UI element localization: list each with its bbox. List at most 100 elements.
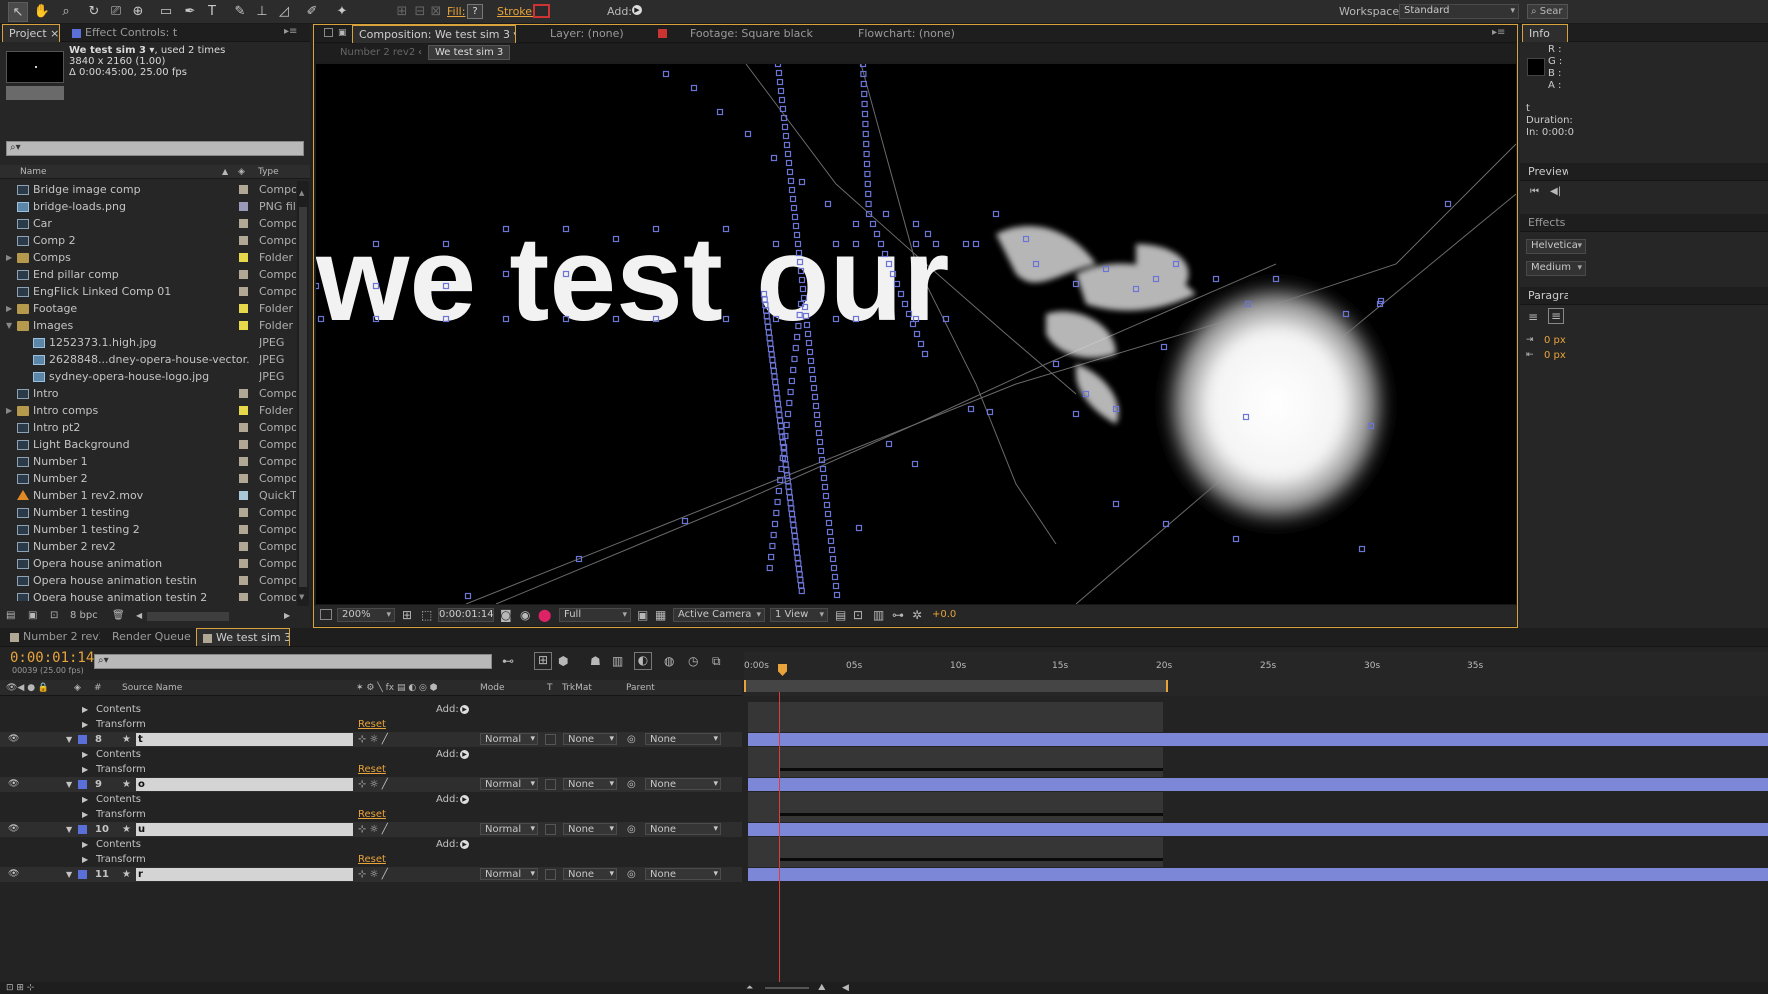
label-color-swatch[interactable] — [239, 202, 248, 211]
motion-path-vertex[interactable] — [864, 180, 871, 188]
motion-path-vertex[interactable] — [768, 351, 775, 358]
label-color-swatch[interactable] — [239, 219, 248, 228]
motion-path-vertex[interactable] — [787, 388, 794, 396]
flowchart-icon[interactable]: ⊶ — [892, 608, 904, 622]
motion-path-vertex[interactable] — [793, 549, 800, 556]
current-time-display[interactable]: 0:00:01:14 — [438, 608, 494, 622]
blend-mode-dropdown[interactable]: Normal — [480, 733, 538, 745]
motion-path-vertex[interactable] — [833, 591, 841, 599]
zoom-tool-icon[interactable]: ⌕ — [56, 2, 76, 22]
time-ruler[interactable] — [744, 652, 1768, 696]
layer-label-color[interactable] — [78, 780, 87, 789]
tab-render-queue[interactable]: Render Queue — [106, 628, 192, 646]
motion-path-vertex[interactable] — [791, 355, 798, 363]
motion-path-vertex[interactable] — [863, 140, 870, 148]
motion-path-vertex[interactable] — [855, 524, 863, 532]
project-item[interactable]: Car Compos — [0, 215, 296, 232]
motion-path-vertex[interactable] — [797, 576, 804, 584]
layer-row[interactable]: 👁 ▼ 11 ★ r ⊹ ☼ ╱ Normal None ◎ None — [0, 867, 742, 882]
motion-path-vertex[interactable] — [771, 373, 778, 380]
property-row[interactable]: ▶ Contents Add: ▶ — [0, 792, 742, 807]
label-color-swatch[interactable] — [239, 423, 248, 432]
project-item[interactable]: Light Background Compos — [0, 436, 296, 453]
stroke-label[interactable]: Stroke: — [497, 5, 536, 18]
project-item[interactable]: 1252373.1.high.jpg JPEG — [0, 334, 296, 351]
pickwhip-icon[interactable]: ◎ — [627, 822, 636, 837]
tab-layer[interactable]: Layer: (none) — [544, 25, 644, 43]
col-type-header[interactable]: Type — [258, 165, 279, 179]
label-color-swatch[interactable] — [239, 185, 248, 194]
layer-track[interactable] — [748, 702, 1768, 717]
motion-path-vertex[interactable] — [1232, 535, 1240, 543]
motion-path-vertex[interactable] — [962, 240, 970, 248]
type-tool-icon[interactable]: T — [202, 2, 222, 22]
layer-name[interactable]: t — [136, 733, 353, 746]
preserve-transparency-checkbox[interactable] — [545, 869, 556, 880]
project-item[interactable]: ▶ Footage Folder — [0, 300, 296, 317]
motion-path-vertex[interactable] — [783, 421, 790, 429]
motion-path-vertex[interactable] — [788, 377, 795, 385]
panel-menu-icon[interactable]: ▸≡ — [1492, 27, 1505, 38]
trash-icon[interactable]: 🗑 — [112, 607, 125, 625]
label-color-swatch[interactable] — [239, 559, 248, 568]
reset-transform-link[interactable]: Reset — [358, 807, 386, 822]
disclosure-triangle-icon[interactable]: ▶ — [82, 837, 88, 852]
layer-track[interactable] — [748, 732, 1768, 747]
composition-viewport[interactable]: we test our — [316, 64, 1516, 604]
motion-path-vertex[interactable] — [776, 411, 783, 419]
layer-switch-icons[interactable]: ⊹ ☼ ╱ — [358, 822, 388, 837]
layer-label-color[interactable] — [78, 870, 87, 879]
motion-path-vertex[interactable] — [773, 509, 780, 517]
parent-dropdown[interactable]: None — [645, 868, 721, 880]
puppet-pin-tool-icon[interactable]: ✦ — [332, 2, 352, 22]
label-color-swatch[interactable] — [239, 253, 248, 262]
motion-path-vertex[interactable] — [1444, 200, 1452, 208]
motion-path-vertex[interactable] — [992, 210, 1000, 218]
project-item[interactable]: 2628848...dney-opera-house-vector.jpg JPE… — [0, 351, 296, 368]
tab-info[interactable]: Info — [1522, 24, 1568, 42]
motion-path-vertex[interactable] — [911, 460, 919, 468]
motion-path-vertex[interactable] — [788, 505, 795, 512]
preserve-transparency-checkbox[interactable] — [545, 779, 556, 790]
fast-previews-icon[interactable]: ▣ — [637, 608, 648, 622]
property-row[interactable]: ▶ Contents Add: ▶ — [0, 837, 742, 852]
trkmat-dropdown[interactable]: None — [563, 823, 617, 835]
motion-path-vertex[interactable] — [806, 348, 814, 356]
tab-composition[interactable]: Composition: We test sim 3 ▾ × — [352, 25, 516, 43]
disclosure-triangle-icon[interactable]: ▼ — [66, 777, 72, 792]
pickwhip-icon[interactable]: ◎ — [627, 777, 636, 792]
motion-path-vertex[interactable] — [809, 375, 817, 383]
fill-label[interactable]: Fill: — [447, 5, 465, 18]
fast-draft-icon[interactable]: ⊡ — [853, 608, 863, 622]
contents-group-label[interactable]: Contents — [96, 702, 141, 717]
lock-icon[interactable] — [324, 28, 333, 37]
pickwhip-icon[interactable]: ◎ — [627, 867, 636, 882]
scroll-left-icon[interactable]: ◀ — [842, 982, 849, 994]
canvas-title-text[interactable]: we test our — [316, 212, 949, 346]
label-color-swatch[interactable] — [239, 389, 248, 398]
motion-path-vertex[interactable] — [771, 520, 779, 528]
blend-mode-dropdown[interactable]: Normal — [480, 868, 538, 880]
project-item[interactable]: Number 1 testing 2 Compos — [0, 521, 296, 538]
motion-path-vertex[interactable] — [1052, 360, 1060, 368]
parent-dropdown[interactable]: None — [645, 823, 721, 835]
project-search-input[interactable]: ⌕▾ — [6, 141, 304, 156]
motion-path-vertex[interactable] — [1212, 275, 1220, 283]
transparency-grid-icon[interactable]: ▦ — [655, 608, 666, 622]
disclosure-triangle-icon[interactable]: ▼ — [6, 317, 12, 334]
label-color-swatch[interactable] — [239, 321, 248, 330]
timeline-current-time[interactable]: 0:00:01:14 — [10, 650, 94, 666]
motion-path-vertex[interactable] — [791, 532, 798, 540]
motion-path-vertex[interactable] — [787, 499, 794, 507]
layer-track[interactable] — [748, 852, 1768, 867]
motion-path-vertex[interactable] — [972, 240, 980, 248]
scroll-left-icon[interactable]: ◀ — [136, 607, 142, 625]
motion-path-vertex[interactable] — [775, 406, 782, 413]
layer-track[interactable] — [748, 792, 1768, 807]
font-style-dropdown[interactable]: Medium — [1526, 261, 1586, 276]
pen-tool-icon[interactable]: ✒ — [180, 2, 200, 22]
eye-visibility-icon[interactable]: 👁 — [8, 732, 19, 747]
col-name-header[interactable]: Name — [20, 165, 47, 179]
motion-path-vertex[interactable] — [826, 528, 834, 536]
contents-group-label[interactable]: Contents — [96, 792, 141, 807]
